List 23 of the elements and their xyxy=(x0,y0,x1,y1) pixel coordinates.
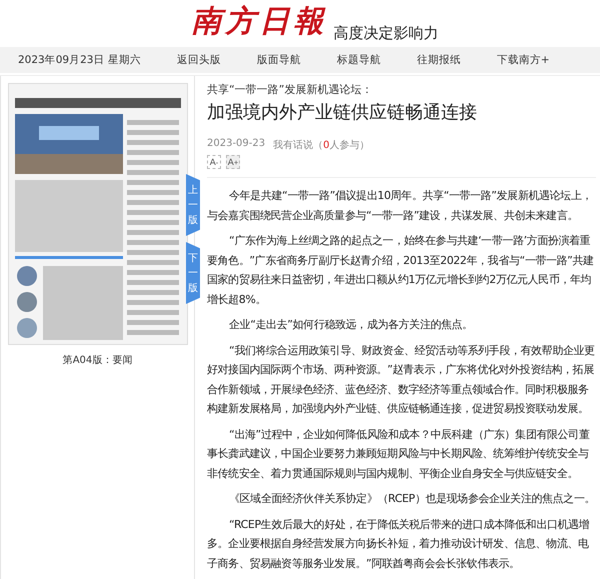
newspaper-logo[interactable]: 南方日報 xyxy=(192,3,328,41)
article-paragraph: “广东作为海上丝绸之路的起点之一，始终在参与共建‘一带一路’方面扮演着重要角色。”广东省商务厅副厅长赵青介绍，2013至2022年，我省与“一带一路”共建国家的贸易往来日益密切，年进出口额从约1万亿元增长到约2万亿元人民币，年均增长超8%。 xyxy=(207,233,595,308)
nav-link[interactable]: 下载南方+ xyxy=(496,52,550,67)
article-title: 加强境内外产业链供应链畅通连接 xyxy=(207,101,478,124)
slogan: 高度决定影响力 xyxy=(334,26,438,41)
nav-link[interactable]: 返回头版 xyxy=(176,52,221,67)
article-paragraph: 《区域全面经济伙伴关系协定》（RCEP）也是现场参会企业关注的焦点之一。 xyxy=(228,491,596,507)
nav-link[interactable]: 标题导航 xyxy=(336,52,381,67)
article-date: 2023-09-23 xyxy=(207,138,266,151)
comment-bracket: （ xyxy=(313,140,324,151)
article-paragraph: “RCEP生效后最大的好处，在于降低关税后带来的进口成本降低和出口机遇增多。企业要根据自身经营发展方向扬长补短，着力推动设计研发、信息、物流、电子商务、贸易融资等服务业发展。”阿联酋粤商会会长张钦伟表示。 xyxy=(207,516,590,572)
issue-date: 2023年09月23日 星期六 xyxy=(18,52,141,67)
nav-link[interactable]: 往期报纸 xyxy=(416,52,461,67)
article-paragraph: 今年是共建“一带一路”倡议提出10周年。共享“一带一路”发展新机遇论坛上，与会嘉宾围绕民营企业高质量参与“一带一路”建设，共谋发展、共创未来建言。 xyxy=(207,188,593,224)
nav-link[interactable]: 版面导航 xyxy=(256,52,301,67)
page-caption: 第A04版：要闻 xyxy=(62,354,132,367)
article-paragraph: “我们将综合运用政策引导、财政资金、经贸活动等系列手段，有效帮助企业更好对接国内国际两个市场、两种资源。”赵青表示，广东将优化对外投资结构，拓展合作新领域，开展绿色经济、蓝色经济、数字经济等重点领域合作。同时积极服务构建新发展格局，加强境内外产业链、供应链畅通连接，促进贸易投资联动发展。 xyxy=(207,342,596,417)
comment-label: 人参与） xyxy=(330,140,370,151)
article-kicker: 共享“一带一路”发展新机遇论坛： xyxy=(207,82,374,97)
comment-count: 0 xyxy=(323,140,330,151)
article-paragraph: 企业“走出去”如何行稳致远，成为各方关注的焦点。 xyxy=(228,317,474,333)
comment-link[interactable]: 我有话说 xyxy=(273,140,314,151)
article-paragraph: “出海”过程中，企业如何降低风险和成本？中辰科建（广东）集团有限公司董事长龚武建议，中国企业要努力兼顾短期风险与中长期风险、统筹维护传统安全与非传统安全、着力贯通国际规则与国内规制、平衡企业自身安全与供应链安全。 xyxy=(207,426,590,482)
